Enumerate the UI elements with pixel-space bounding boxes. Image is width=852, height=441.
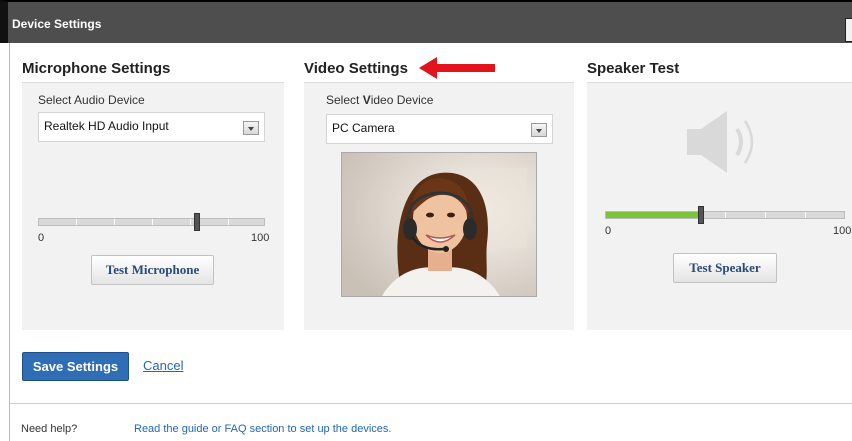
microphone-max-label: 100 [251, 232, 270, 244]
microphone-min-label: 0 [38, 232, 45, 244]
speaker-max-label: 100 [833, 225, 852, 237]
window-titlebar: Device Settings [0, 0, 852, 43]
speaker-volume-slider[interactable] [605, 206, 845, 224]
test-speaker-button[interactable]: Test Speaker [673, 253, 777, 283]
speaker-panel: 0 100 Test Speaker [587, 82, 852, 330]
microphone-volume-slider[interactable] [38, 213, 265, 231]
save-settings-button[interactable]: Save Settings [22, 352, 129, 381]
cancel-link[interactable]: Cancel [143, 358, 183, 373]
window-title: Device Settings [12, 17, 102, 31]
footer-divider [10, 403, 852, 404]
select-audio-device-label: Select Audio Device [38, 93, 145, 107]
red-arrow-icon [419, 57, 495, 79]
speaker-slider-thumb[interactable] [698, 206, 704, 224]
help-guide-link[interactable]: Read the guide or FAQ section to set up … [134, 423, 391, 435]
speaker-test-title: Speaker Test [587, 60, 680, 77]
window-left-border [0, 43, 10, 441]
video-device-value: PC Camera [332, 121, 395, 135]
camera-preview [341, 152, 537, 297]
window-close-button[interactable] [845, 18, 852, 42]
chevron-down-icon[interactable] [531, 123, 547, 137]
need-help-label: Need help? [21, 423, 78, 435]
microphone-panel: Select Audio Device Realtek HD Audio Inp… [22, 82, 284, 330]
speaker-icon [687, 111, 754, 173]
select-video-device-label: Select Video Device [326, 93, 434, 107]
chevron-down-icon[interactable] [243, 121, 259, 135]
speaker-level-fill [606, 212, 701, 218]
audio-device-value: Realtek HD Audio Input [44, 119, 169, 133]
audio-device-select[interactable]: Realtek HD Audio Input [38, 112, 265, 142]
microphone-slider-thumb[interactable] [194, 213, 200, 231]
speaker-min-label: 0 [605, 225, 612, 237]
video-device-select[interactable]: PC Camera [326, 114, 553, 144]
video-settings-title: Video Settings [304, 60, 408, 77]
test-microphone-button[interactable]: Test Microphone [91, 255, 214, 285]
microphone-settings-title: Microphone Settings [22, 60, 171, 77]
